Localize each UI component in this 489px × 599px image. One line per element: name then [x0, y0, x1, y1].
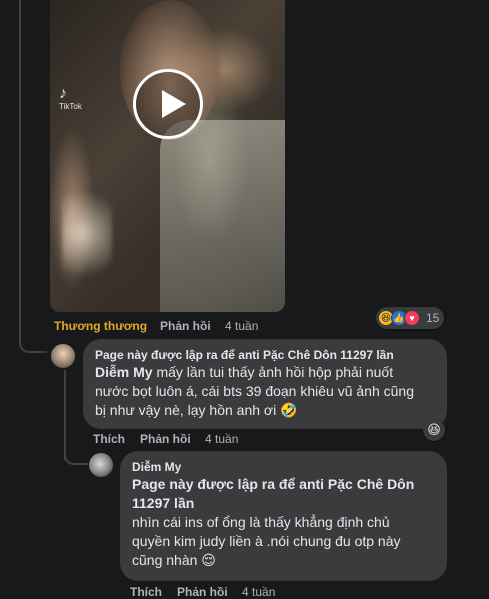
play-icon — [162, 90, 186, 118]
reply1-mention[interactable]: Diễm My — [95, 364, 153, 380]
reply2-timestamp[interactable]: 4 tuần — [242, 585, 275, 599]
video-sparkle — [62, 190, 112, 300]
reply1-line1: mấy lần tui thấy ảnh hồi hộp phải nuốt — [152, 364, 394, 380]
reply1-like-button[interactable]: Thích — [93, 432, 125, 446]
reply1-line3: bị như vậy nè, lạy hồn anh ơi 🤣 — [95, 402, 298, 418]
reply2-line1: nhìn cái ins of ổng là thấy khẳng định c… — [132, 514, 390, 530]
tiktok-label: TikTok — [59, 102, 82, 111]
reply2-line2: quyền kim judy liền à .nói chung đu otp … — [132, 533, 401, 549]
laughing-emoji-icon: 😆 — [427, 422, 441, 437]
reply2-mention-line2[interactable]: 11297 lần — [132, 495, 194, 511]
reply1-reply-button[interactable]: Phản hồi — [140, 432, 191, 446]
avatar[interactable] — [51, 344, 75, 368]
reply1-author[interactable]: Page này được lập ra để anti Pặc Chê Dôn… — [95, 347, 435, 363]
thread-line — [19, 0, 21, 345]
reply2-bubble: Diễm My Page này được lập ra để anti Pặc… — [120, 451, 447, 581]
comment1-reactions[interactable]: 😆 👍 ♥ 15 — [376, 307, 444, 329]
love-icon: ♥ — [404, 310, 420, 326]
comment1-timestamp[interactable]: 4 tuần — [225, 319, 258, 333]
reply1-text: Diễm My mấy lần tui thấy ảnh hồi hộp phả… — [95, 363, 435, 420]
reaction-count: 15 — [426, 311, 440, 325]
play-button[interactable] — [133, 69, 203, 139]
thread-line-curve — [64, 455, 88, 465]
reply1-reaction[interactable]: 😆 — [423, 419, 445, 441]
reply1-bubble: Page này được lập ra để anti Pặc Chê Dôn… — [83, 339, 447, 429]
avatar[interactable] — [89, 453, 113, 477]
reply2-reply-button[interactable]: Phản hồi — [177, 585, 228, 599]
reply2-mention-line1[interactable]: Page này được lập ra để anti Pặc Chê Dôn — [132, 476, 414, 492]
thread-line — [64, 370, 66, 460]
comment1-reply-button[interactable]: Phản hồi — [160, 319, 211, 333]
reply2-author[interactable]: Diễm My — [132, 459, 435, 475]
reply2-like-button[interactable]: Thích — [130, 585, 162, 599]
tiktok-watermark: ♪ TikTok — [59, 86, 89, 122]
reply2-text: Page này được lập ra để anti Pặc Chê Dôn… — [132, 475, 435, 570]
reply1-timestamp[interactable]: 4 tuần — [205, 432, 238, 446]
thread-line-curve — [19, 343, 47, 353]
video-figure-shirt — [160, 120, 285, 312]
reply2-line3: cũng nhàn 😌 — [132, 552, 216, 568]
comment1-author-link[interactable]: Thương thương — [54, 319, 147, 333]
video-thumbnail[interactable] — [50, 0, 285, 312]
reply1-line2: nước bọt luôn á, cái bts 39 đoạn khiêu v… — [95, 383, 414, 399]
